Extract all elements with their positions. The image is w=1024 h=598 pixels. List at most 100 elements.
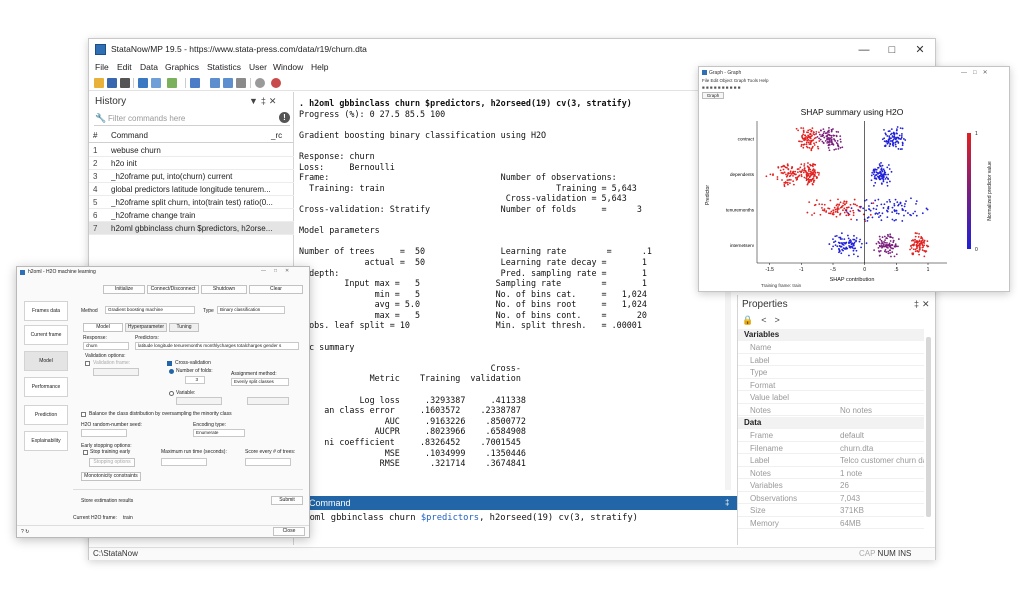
property-row[interactable]: Value label bbox=[738, 391, 924, 404]
variable-options-field[interactable] bbox=[247, 397, 289, 405]
variables-section[interactable]: Variables bbox=[738, 329, 924, 341]
col-command[interactable]: Command bbox=[111, 131, 148, 140]
tab-hyperparameter[interactable]: Hyperparameter bbox=[125, 323, 167, 332]
clear-button[interactable]: Clear bbox=[249, 285, 303, 294]
validation-frame-checkbox[interactable] bbox=[85, 361, 90, 366]
info-icon[interactable]: ! bbox=[279, 112, 290, 123]
property-row[interactable]: Variables 26 bbox=[738, 479, 924, 492]
response-field[interactable]: churn bbox=[83, 342, 129, 350]
score-every-field[interactable] bbox=[245, 458, 291, 466]
variable-field[interactable] bbox=[176, 397, 222, 405]
cross-validation-checkbox[interactable] bbox=[167, 361, 172, 366]
connect-disconnect-button[interactable]: Connect/Disconnect bbox=[147, 285, 199, 294]
data-browser-icon[interactable] bbox=[223, 78, 233, 88]
graph-icon[interactable] bbox=[167, 78, 177, 88]
property-row[interactable]: Memory 64MB bbox=[738, 517, 924, 529]
balance-checkbox[interactable] bbox=[81, 412, 86, 417]
tab-model[interactable]: Model bbox=[83, 323, 123, 332]
properties-panel-controls[interactable]: ‡✕ bbox=[914, 299, 933, 310]
property-row[interactable]: Observations 7,043 bbox=[738, 492, 924, 504]
do-file-editor-icon[interactable] bbox=[190, 78, 200, 88]
save-icon[interactable] bbox=[107, 78, 117, 88]
close-dialog-button[interactable]: Close bbox=[273, 527, 305, 536]
variables-manager-icon[interactable] bbox=[236, 78, 246, 88]
graph-window-controls[interactable]: —□✕ bbox=[961, 69, 994, 76]
sidebar-current-frame[interactable]: Current frame bbox=[24, 325, 68, 345]
close-button[interactable]: ✕ bbox=[909, 42, 931, 58]
history-row[interactable]: 2 h2o init bbox=[89, 157, 294, 170]
sidebar-frames-data[interactable]: Frames data bbox=[24, 301, 68, 321]
number-of-folds-radio[interactable] bbox=[169, 369, 174, 374]
graph-tab[interactable]: Graph bbox=[702, 92, 724, 99]
history-filter[interactable]: 🔧 Filter commands here ! bbox=[94, 112, 290, 126]
results-window[interactable]: . h2oml gbbinclass churn $predictors, h2… bbox=[295, 92, 725, 490]
history-row[interactable]: 1 webuse churn bbox=[89, 144, 294, 157]
shutdown-button[interactable]: Shutdown bbox=[201, 285, 247, 294]
assignment-method-select[interactable]: Evenly split classes bbox=[231, 378, 289, 386]
property-row[interactable]: Label Telco customer churn dat bbox=[738, 454, 924, 467]
more-icon[interactable] bbox=[255, 78, 265, 88]
property-row[interactable]: Filename churn.dta bbox=[738, 442, 924, 454]
history-row[interactable]: 4 global predictors latitude longitude te… bbox=[89, 183, 294, 196]
sidebar-explainability[interactable]: Explainability bbox=[24, 431, 68, 451]
max-runtime-field[interactable] bbox=[161, 458, 207, 466]
wrench-icon[interactable]: 🔧 bbox=[95, 113, 106, 124]
menu-data[interactable]: Data bbox=[140, 62, 158, 72]
menu-graphics[interactable]: Graphics bbox=[165, 62, 199, 72]
sidebar-prediction[interactable]: Prediction bbox=[24, 405, 68, 425]
property-row[interactable]: Name bbox=[738, 341, 924, 354]
minimize-button[interactable]: — bbox=[853, 42, 875, 58]
sidebar-model[interactable]: Model bbox=[24, 351, 68, 371]
viewer-icon[interactable] bbox=[151, 78, 161, 88]
submit-button[interactable]: Submit bbox=[271, 496, 303, 505]
properties-nav[interactable]: 🔒<> bbox=[742, 315, 788, 326]
property-row[interactable]: Type bbox=[738, 366, 924, 379]
monotonicity-button[interactable]: Monotonicity constraints bbox=[81, 472, 141, 481]
menu-statistics[interactable]: Statistics bbox=[207, 62, 241, 72]
stopping-options-button[interactable]: Stopping options bbox=[89, 458, 135, 467]
open-icon[interactable] bbox=[94, 78, 104, 88]
property-row[interactable]: Frame default bbox=[738, 429, 924, 442]
predictors-field[interactable]: latitude longitude tenuremonths monthlyc… bbox=[135, 342, 299, 350]
graph-menu[interactable]: File Edit Object Graph Tools Help bbox=[702, 78, 768, 83]
variable-radio[interactable] bbox=[169, 391, 174, 396]
initialize-button[interactable]: Initialize bbox=[103, 285, 145, 294]
maximize-button[interactable]: □ bbox=[881, 42, 903, 58]
tab-tuning[interactable]: Tuning bbox=[169, 323, 199, 332]
encoding-select[interactable]: Enumerate bbox=[193, 429, 245, 437]
menu-help[interactable]: Help bbox=[311, 62, 328, 72]
graph-toolbar[interactable]: ■ ■ ■ ■ ■ ■ ■ ■ ■ ■ bbox=[702, 85, 740, 90]
history-filter-input[interactable]: Filter commands here bbox=[108, 114, 185, 123]
history-row-selected[interactable]: 7 h2oml gbbinclass churn $predictors, h2o… bbox=[89, 222, 294, 235]
history-row[interactable]: 6 _h2oframe change train bbox=[89, 209, 294, 222]
pin-icon[interactable]: ‡ bbox=[725, 498, 729, 507]
menu-edit[interactable]: Edit bbox=[117, 62, 132, 72]
menu-file[interactable]: File bbox=[95, 62, 109, 72]
data-editor-icon[interactable] bbox=[210, 78, 220, 88]
type-select[interactable]: Binary classification bbox=[217, 306, 285, 314]
property-row[interactable]: Notes No notes bbox=[738, 404, 924, 416]
folds-stepper[interactable]: 3 bbox=[185, 376, 205, 384]
method-select[interactable]: Gradient boosting machine bbox=[105, 306, 195, 314]
property-row[interactable]: Format bbox=[738, 379, 924, 391]
property-row[interactable]: Label bbox=[738, 354, 924, 366]
properties-scrollbar[interactable] bbox=[926, 337, 931, 517]
property-row[interactable]: Size 371KB bbox=[738, 504, 924, 517]
stop-training-early-checkbox[interactable] bbox=[83, 450, 88, 455]
dialog-window-controls[interactable]: —□✕ bbox=[261, 268, 297, 274]
menu-window[interactable]: Window bbox=[273, 62, 303, 72]
print-icon[interactable] bbox=[120, 78, 130, 88]
sidebar-performance[interactable]: Performance bbox=[24, 377, 68, 397]
history-row[interactable]: 3 _h2oframe put, into(churn) current bbox=[89, 170, 294, 183]
command-input[interactable]: h2oml gbbinclass churn $predictors, h2or… bbox=[295, 510, 739, 546]
help-icon[interactable]: ? ↻ bbox=[21, 529, 29, 535]
break-icon[interactable] bbox=[271, 78, 281, 88]
col-rc[interactable]: _rc bbox=[271, 131, 282, 140]
history-row[interactable]: 5 _h2oframe split churn, into(train test)… bbox=[89, 196, 294, 209]
history-panel-controls[interactable]: ▼‡✕ bbox=[249, 96, 279, 107]
menu-user[interactable]: User bbox=[249, 62, 267, 72]
validation-frame-field[interactable] bbox=[93, 368, 139, 376]
data-section[interactable]: Data bbox=[738, 417, 924, 429]
seed-field[interactable] bbox=[81, 429, 127, 437]
property-row[interactable]: Notes 1 note bbox=[738, 467, 924, 479]
